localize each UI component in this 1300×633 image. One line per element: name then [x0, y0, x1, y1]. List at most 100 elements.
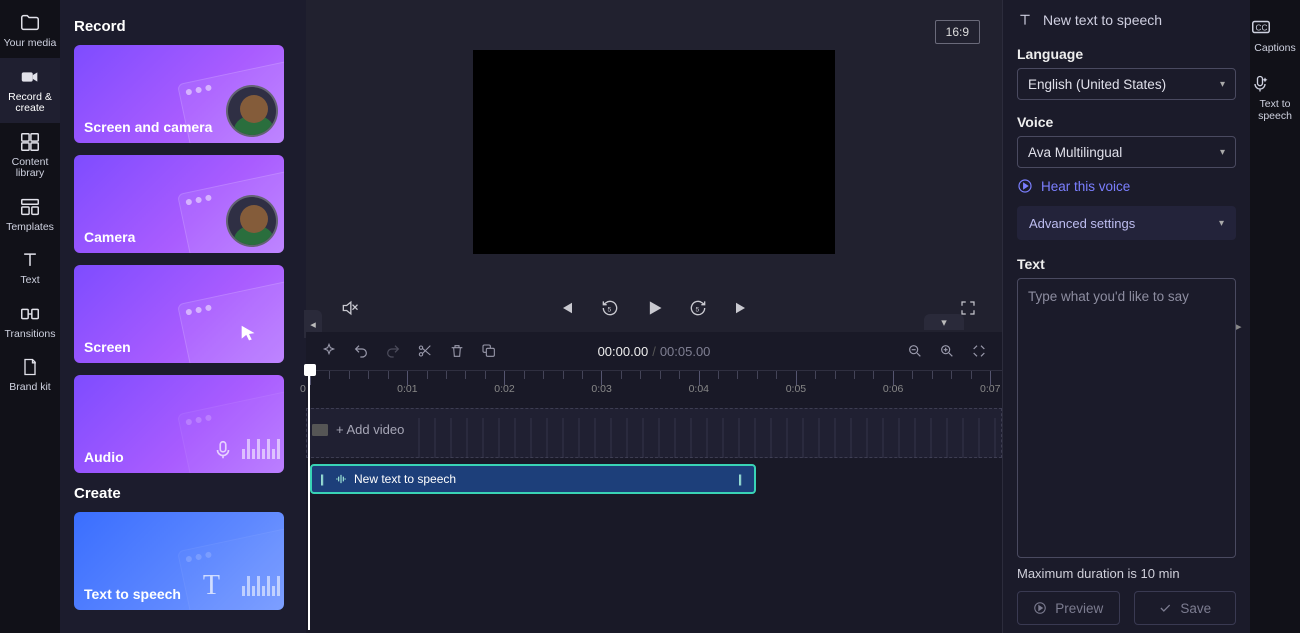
window-decoration — [177, 279, 284, 363]
rail-label: Content library — [0, 157, 60, 180]
rewind-5-icon[interactable]: 5 — [600, 298, 620, 318]
svg-text:5: 5 — [608, 306, 612, 313]
ruler-label: 0:07 — [980, 383, 1000, 395]
microphone-icon — [212, 439, 234, 461]
add-video-button[interactable]: + Add video — [312, 422, 404, 437]
zoom-out-icon[interactable] — [906, 342, 924, 360]
rail-label: Text — [20, 275, 39, 287]
card-screen-and-camera[interactable]: Screen and camera — [74, 45, 284, 143]
voice-value: Ava Multilingual — [1028, 145, 1122, 160]
rail-content-library[interactable]: Content library — [0, 123, 60, 188]
skip-forward-icon[interactable] — [732, 298, 752, 318]
text-icon — [19, 249, 41, 271]
properties-panel: New text to speech Language English (Uni… — [1002, 0, 1250, 633]
preview-button[interactable]: Preview — [1017, 591, 1120, 625]
camcorder-icon — [19, 66, 41, 88]
undo-icon[interactable] — [352, 342, 370, 360]
play-circle-icon — [1017, 178, 1033, 194]
rail-templates[interactable]: Templates — [0, 188, 60, 242]
ruler-label: 0:05 — [786, 383, 806, 395]
play-button[interactable] — [644, 298, 664, 318]
rail-label: Brand kit — [9, 382, 50, 394]
preview-label: Preview — [1055, 601, 1103, 616]
language-value: English (United States) — [1028, 77, 1166, 92]
magic-icon[interactable] — [320, 342, 338, 360]
total-duration: 00:05.00 — [660, 344, 711, 359]
ruler-label: 0:03 — [591, 383, 611, 395]
card-text-to-speech[interactable]: T Text to speech — [74, 512, 284, 610]
language-label: Language — [1017, 46, 1236, 62]
current-time: 00:00.00 — [598, 344, 649, 359]
ruler-label: 0 — [300, 383, 306, 395]
rail-record-create[interactable]: Record & create — [0, 58, 60, 123]
collapse-timeline-button[interactable]: ▾ — [924, 314, 964, 330]
save-label: Save — [1180, 601, 1211, 616]
redo-icon[interactable] — [384, 342, 402, 360]
transitions-icon — [19, 303, 41, 325]
rail2-text-to-speech[interactable]: Text to speech — [1250, 64, 1300, 132]
skyline-decoration — [414, 418, 1002, 458]
card-label: Text to speech — [84, 586, 181, 602]
playhead[interactable] — [308, 370, 310, 630]
clip-handle-left[interactable]: || — [320, 472, 328, 486]
split-scissors-icon[interactable] — [416, 342, 434, 360]
svg-text:CC: CC — [1256, 24, 1268, 33]
rail2-captions[interactable]: CC Captions — [1250, 6, 1300, 64]
aspect-ratio-selector[interactable]: 16:9 — [935, 20, 980, 44]
text-t-icon — [1017, 12, 1033, 28]
tts-text-input[interactable]: Type what you'd like to say — [1017, 278, 1236, 558]
avatar-thumbnail — [226, 85, 278, 137]
chevron-down-icon: ▾ — [1219, 218, 1224, 229]
chevron-down-icon: ▾ — [1220, 147, 1225, 158]
waveform-decoration — [242, 433, 280, 459]
video-track[interactable]: + Add video — [306, 408, 1002, 458]
timeline-ruler[interactable]: 00:010:020:030:040:050:060:07 — [306, 370, 1002, 398]
duplicate-icon[interactable] — [480, 342, 498, 360]
rail-label: Your media — [4, 38, 57, 50]
advanced-settings-toggle[interactable]: Advanced settings ▾ — [1017, 206, 1236, 240]
rail2-label: Captions — [1254, 42, 1295, 54]
card-screen[interactable]: Screen — [74, 265, 284, 363]
zoom-in-icon[interactable] — [938, 342, 956, 360]
max-duration-note: Maximum duration is 10 min — [1017, 566, 1236, 581]
video-preview-canvas[interactable] — [473, 50, 835, 254]
waveform-decoration — [242, 570, 280, 596]
skip-back-icon[interactable] — [556, 298, 576, 318]
rail-your-media[interactable]: Your media — [0, 4, 60, 58]
properties-actions: Preview Save — [1017, 591, 1236, 633]
hear-voice-button[interactable]: Hear this voice — [1017, 178, 1236, 194]
card-audio[interactable]: Audio — [74, 375, 284, 473]
avatar-thumbnail — [226, 195, 278, 247]
card-camera[interactable]: Camera — [74, 155, 284, 253]
rail2-label: Text to speech — [1258, 98, 1292, 122]
card-label: Audio — [84, 449, 124, 465]
folder-icon — [19, 12, 41, 34]
volume-mute-icon[interactable] — [340, 298, 360, 318]
rail-brand-kit[interactable]: Brand kit — [0, 348, 60, 402]
record-create-panel: Record Screen and camera Camera Screen A… — [60, 0, 306, 633]
forward-5-icon[interactable]: 5 — [688, 298, 708, 318]
preview-area: 16:9 ◂ 5 5 ▾ — [306, 0, 1002, 332]
language-select[interactable]: English (United States) ▾ — [1017, 68, 1236, 100]
properties-title: New text to speech — [1043, 12, 1162, 28]
time-display: 00:00.00/00:05.00 — [598, 344, 711, 359]
timeline: 00:00.00/00:05.00 00:010:020:030:040:050… — [306, 332, 1002, 633]
library-icon — [19, 131, 41, 153]
chevron-down-icon: ▾ — [1220, 79, 1225, 90]
voice-select[interactable]: Ava Multilingual ▾ — [1017, 136, 1236, 168]
zoom-fit-icon[interactable] — [970, 342, 988, 360]
rail-label: Record & create — [0, 92, 60, 115]
rail-transitions[interactable]: Transitions — [0, 295, 60, 349]
clip-handle-right[interactable]: || — [738, 472, 746, 486]
ruler-label: 0:06 — [883, 383, 903, 395]
text-t-icon: T — [203, 570, 220, 602]
tts-audio-clip[interactable]: || New text to speech || — [310, 464, 756, 494]
audio-track[interactable]: || New text to speech || — [306, 464, 1002, 496]
delete-icon[interactable] — [448, 342, 466, 360]
properties-header: New text to speech — [1017, 12, 1236, 28]
rail-text[interactable]: Text — [0, 241, 60, 295]
panel-scroll-right[interactable]: ▸ — [1236, 317, 1248, 337]
video-thumb-icon — [312, 424, 328, 436]
play-circle-icon — [1033, 601, 1047, 615]
save-button[interactable]: Save — [1134, 591, 1237, 625]
